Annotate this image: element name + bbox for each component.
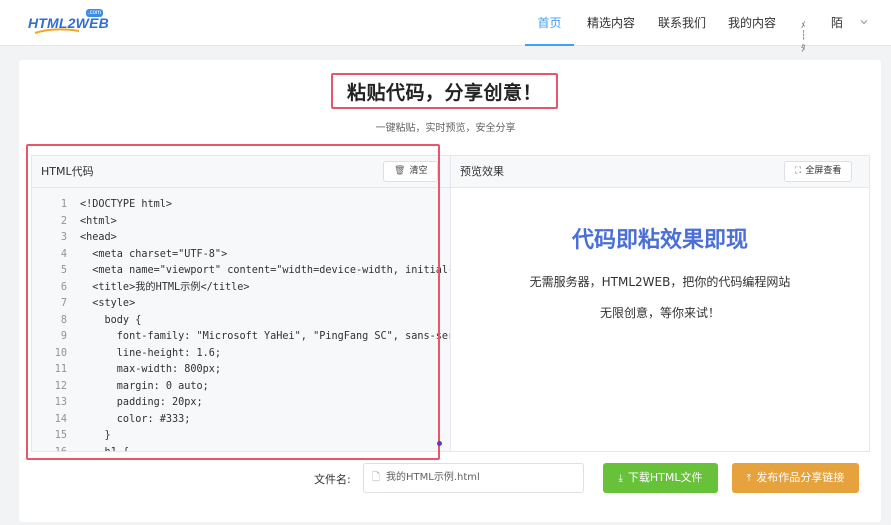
line-text: margin: 0 auto; [80, 380, 209, 392]
preview-text-1: 无需服务器，HTML2WEB，把你的代码编程网站 [529, 275, 791, 289]
line-text: <head> [80, 232, 117, 243]
upload-icon: ⤒ [746, 473, 752, 484]
nav-item-home[interactable]: 首页 [525, 0, 574, 46]
chevron-down-icon [860, 20, 868, 25]
preview-title: 预览效果 [460, 165, 504, 178]
line-text: color: #333; [80, 413, 191, 425]
download-button[interactable]: ⤓ 下载HTML文件 [603, 463, 718, 493]
file-icon: 🗋 [372, 472, 381, 483]
fullscreen-icon: ⛶ [795, 166, 802, 176]
line-text: font-family: "Microsoft YaHei", "PingFan… [80, 331, 450, 342]
nav-item-contact[interactable]: 联系我们 [657, 0, 707, 46]
code-line: 16 h1 { [32, 445, 450, 452]
line-number: 14 [54, 413, 67, 425]
preview-text-2: 无限创意，等你来试！ [599, 306, 720, 320]
line-number: 9 [60, 331, 67, 342]
code-line: 5 <meta name="viewport" content="width=d… [32, 263, 450, 280]
code-line: 3 <head> [32, 230, 450, 247]
top-navbar: HTML2WEB .com 首页 精选内容 联系我们 我的内容 ﾒ┆ﾀ 陌晨 [0, 0, 891, 76]
page-title: 粘贴代码，分享创意！ [346, 81, 542, 104]
download-icon: ⤓ [618, 473, 623, 484]
line-number: 7 [60, 298, 67, 309]
line-number: 6 [60, 281, 67, 293]
fullscreen-button[interactable]: ⛶ 全屏查看 [784, 161, 853, 182]
line-number: 4 [60, 248, 67, 260]
download-label: 下载HTML文件 [627, 471, 703, 484]
site-logo[interactable]: HTML2WEB .com [28, 8, 109, 38]
fullscreen-label: 全屏查看 [805, 166, 842, 176]
line-number: 3 [60, 232, 67, 243]
clear-label: 清空 [409, 166, 428, 176]
code-line: 10 line-height: 1.6; [32, 346, 450, 363]
line-text: <style> [80, 298, 136, 309]
code-line: 6 <title>我的HTML示例</title> [32, 280, 450, 297]
nav-item-my-content[interactable]: 我的内容 [727, 0, 777, 46]
line-number: 5 [60, 265, 67, 276]
code-line: 12 margin: 0 auto; [32, 379, 450, 396]
clear-button[interactable]: 🗑 清空 [383, 161, 439, 182]
page-subtitle: 一键粘贴，实时预览，安全分享 [375, 123, 516, 134]
line-number: 12 [54, 380, 67, 392]
editor-title: HTML代码 [41, 165, 94, 178]
preview-panel: 预览效果 ⛶ 全屏查看 代码即粘效果即现 无需服务器，HTML2WEB，把你的代码… [451, 155, 870, 452]
code-line: 7 <style> [32, 296, 450, 313]
line-text: <meta name="viewport" content="width=dev… [92, 265, 450, 276]
line-number: 13 [54, 397, 67, 408]
code-line: 15 } [32, 428, 450, 445]
line-text: <title>我的HTML示例</title> [80, 281, 250, 293]
preview-heading: 代码即粘效果即现 [571, 228, 748, 253]
code-editor[interactable]: 1 <!DOCTYPE html> 2 <html> 3 <head> 4 <meta ch… [32, 189, 450, 451]
hero-title-highlight: 粘贴代码，分享创意！ [331, 73, 558, 109]
line-number: 16 [32, 445, 67, 452]
logo-badge: .com [86, 9, 104, 17]
line-number: 2 [60, 215, 67, 227]
editor-header: HTML代码 🗑 清空 [32, 156, 450, 188]
line-text: h1 { [80, 445, 130, 452]
publish-label: 发布作品分享链接 [756, 471, 845, 484]
code-line: 11 max-width: 800px; [32, 362, 450, 379]
logo-swoosh-icon [34, 28, 80, 34]
line-text: max-width: 800px; [80, 364, 222, 375]
line-text: <meta charset="UTF-8"> [80, 248, 228, 260]
line-text: <!DOCTYPE html> [80, 199, 173, 210]
publish-button[interactable]: ⤒ 发布作品分享链接 [732, 463, 859, 493]
preview-header: 预览效果 ⛶ 全屏查看 [451, 156, 869, 188]
line-number: 1 [60, 199, 67, 210]
code-line: 9 font-family: "Microsoft YaHei", "PingF… [32, 329, 450, 346]
line-text: } [80, 430, 111, 441]
trash-icon: 🗑 [394, 166, 406, 176]
line-text: line-height: 1.6; [80, 347, 222, 359]
code-line: 2 <html> [32, 214, 450, 231]
line-number: 10 [54, 347, 67, 359]
code-line: 13 padding: 20px; [32, 395, 450, 412]
code-line: 14 color: #333; [32, 412, 450, 429]
filename-value: 我的HTML示例.html [386, 472, 480, 483]
filename-input[interactable]: 🗋 我的HTML示例.html [363, 463, 584, 493]
code-line: 1 <!DOCTYPE html> [32, 197, 450, 214]
code-line: 8 body { [32, 313, 450, 330]
user-avatar: ﾒ┆ﾀ [801, 21, 807, 54]
nav-item-featured[interactable]: 精选内容 [586, 0, 636, 46]
resize-handle[interactable] [437, 441, 442, 446]
line-text: <html> [80, 215, 117, 227]
line-number: 11 [54, 364, 67, 375]
line-number: 15 [54, 430, 67, 441]
line-number: 8 [60, 314, 67, 326]
code-line: 4 <meta charset="UTF-8"> [32, 247, 450, 264]
line-text: body { [80, 314, 142, 326]
line-text: padding: 20px; [80, 397, 203, 408]
filename-label: 文件名: [314, 473, 351, 486]
html-editor-panel: HTML代码 🗑 清空 1 <!DOCTYPE html> 2 <html> 3 <head… [31, 155, 451, 452]
